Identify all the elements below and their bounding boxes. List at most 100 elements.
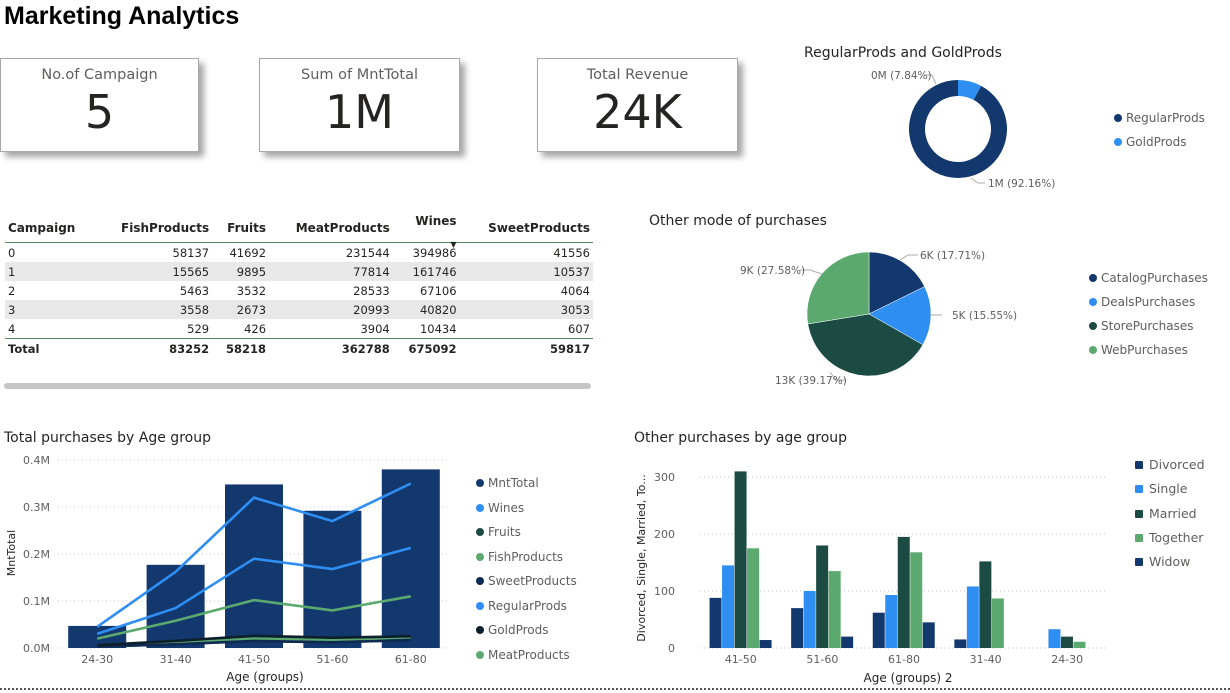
bottom-dotted-divider	[0, 688, 1230, 690]
pie-slices[interactable]	[806, 251, 932, 377]
table-cell: 40820	[392, 300, 460, 319]
bar-married[interactable]	[1060, 636, 1073, 648]
donut-slices[interactable]	[909, 80, 1007, 179]
column-header-meatproducts[interactable]: MeatProducts	[269, 214, 393, 243]
column-header-campaign[interactable]: Campaign	[5, 214, 96, 243]
legend-item-goldprods[interactable]: GoldProds	[476, 623, 549, 637]
legend-label: Wines	[488, 500, 525, 515]
legend-dot	[1089, 298, 1097, 306]
combo-chart[interactable]: 0.0M 0.1M 0.2M 0.3M 0.4M 24-30 31-40 41-50 51-6…	[0, 448, 470, 688]
legend-item-divorced[interactable]: Divorced	[1135, 457, 1205, 472]
bar-single[interactable]	[885, 595, 898, 648]
legend-item-goldprods[interactable]: GoldProds	[1114, 135, 1187, 149]
pie-chart[interactable]: 6K (17.71%) 5K (15.55%) 13K (39.17%) 9K …	[730, 240, 1030, 395]
legend-item-regularprods[interactable]: RegularProds	[476, 599, 567, 613]
legend-item-fruits[interactable]: Fruits	[476, 525, 521, 539]
horizontal-scrollbar[interactable]	[4, 383, 591, 389]
legend-dot	[1114, 114, 1122, 122]
kpi-card-mnttotal[interactable]: Sum of MntTotal 1M	[259, 58, 460, 152]
bar-widow[interactable]	[841, 636, 854, 648]
table-row[interactable]: 4 529 426 3904 10434 607	[5, 319, 593, 339]
clustered-bar-chart[interactable]: 0 100 200 300 41-50 51-60 61-80 31-40 24-30 Div…	[630, 448, 1120, 688]
bar-divorced[interactable]	[791, 608, 804, 648]
bar-married[interactable]	[734, 471, 747, 648]
bar-married[interactable]	[897, 536, 910, 648]
column-header-sweetproducts[interactable]: SweetProducts	[459, 214, 593, 243]
legend-item-married[interactable]: Married	[1135, 506, 1197, 521]
column-header-wines[interactable]: Wines ▼	[392, 214, 460, 249]
bar-together[interactable]	[991, 598, 1004, 648]
legend-item-wines[interactable]: Wines	[476, 501, 524, 515]
legend-label: WebPurchases	[1101, 343, 1188, 357]
bar-together[interactable]	[828, 571, 841, 648]
legend-item-webpurchases[interactable]: WebPurchases	[1089, 343, 1188, 357]
bar-single[interactable]	[722, 565, 735, 648]
bar-mnttotal[interactable]	[381, 469, 440, 648]
legend-item-mnttotal[interactable]: MntTotal	[476, 476, 539, 490]
donut-label-regular: 1M (92.16%)	[988, 178, 1055, 190]
bar-together[interactable]	[910, 552, 923, 648]
bar-divorced[interactable]	[709, 597, 722, 648]
bar-mnttotal[interactable]	[303, 510, 362, 648]
table-row[interactable]: 3 3558 2673 20993 40820 3053	[5, 300, 593, 319]
bar-together[interactable]	[747, 548, 760, 648]
column-header-fruits[interactable]: Fruits	[212, 214, 270, 243]
bar-single[interactable]	[966, 586, 979, 648]
x-tick-label: 24-30	[81, 653, 113, 666]
legend-item-widow[interactable]: Widow	[1135, 554, 1190, 569]
x-tick-label: 41-50	[238, 653, 270, 666]
legend-item-meatproducts[interactable]: MeatProducts	[476, 648, 570, 662]
bar-married[interactable]	[979, 561, 992, 648]
bar-mnttotal[interactable]	[146, 564, 205, 648]
y-tick-label: 0.1M	[23, 595, 50, 608]
table-body: 0 58137 41692 231544 394986 41556 1 15565 9895 77…	[5, 243, 593, 339]
kpi-card-campaigns[interactable]: No.of Campaign 5	[0, 58, 199, 152]
legend-item-together[interactable]: Together	[1135, 530, 1203, 545]
legend-item-dealspurchases[interactable]: DealsPurchases	[1089, 295, 1195, 309]
clustered-x-ticks: 41-50 51-60 61-80 31-40 24-30	[725, 653, 1083, 666]
legend-item-single[interactable]: Single	[1135, 481, 1187, 496]
kpi-value: 24K	[593, 85, 682, 139]
bar-divorced[interactable]	[954, 639, 967, 648]
y-tick-label: 200	[654, 528, 675, 541]
table-row[interactable]: 0 58137 41692 231544 394986 41556	[5, 243, 593, 263]
legend-item-catalogpurchases[interactable]: CatalogPurchases	[1089, 271, 1208, 285]
legend-item-fishproducts[interactable]: FishProducts	[476, 550, 563, 564]
sort-descending-icon[interactable]: ▼	[450, 240, 456, 249]
clustered-bars[interactable]	[709, 471, 1086, 648]
kpi-card-revenue[interactable]: Total Revenue 24K	[537, 58, 738, 152]
legend-dot	[1135, 485, 1143, 494]
legend-dot	[476, 626, 484, 634]
x-tick-label: 51-60	[806, 653, 838, 666]
x-tick-label: 61-80	[888, 653, 920, 666]
y-tick-label: 0	[668, 642, 675, 655]
campaign-matrix-table[interactable]: Campaign FishProducts Fruits MeatProduct…	[5, 214, 593, 359]
table-row[interactable]: 1 15565 9895 77814 161746 10537	[5, 262, 593, 281]
legend-item-storepurchases[interactable]: StorePurchases	[1089, 319, 1193, 333]
bar-single[interactable]	[803, 591, 816, 648]
clustered-x-axis-label: Age (groups) 2	[864, 671, 953, 685]
table-cell: 41692	[229, 245, 267, 260]
bar-widow[interactable]	[759, 640, 772, 648]
bar-mnttotal[interactable]	[224, 484, 284, 648]
table-cell: 10434	[419, 321, 457, 336]
table-row[interactable]: 2 5463 3532 28533 67106 4064	[5, 281, 593, 300]
legend-item-regularprods[interactable]: RegularProds	[1114, 111, 1205, 125]
table-cell: 231544	[345, 245, 390, 260]
bar-together[interactable]	[1073, 641, 1086, 648]
table-header-row: Campaign FishProducts Fruits MeatProduct…	[5, 214, 593, 249]
legend-item-sweetproducts[interactable]: SweetProducts	[476, 574, 577, 588]
table-cell: 28533	[353, 283, 390, 298]
clustered-y-axis-label: Divorced, Single, Married, To...	[635, 474, 648, 641]
column-header-fishproducts[interactable]: FishProducts	[95, 214, 213, 243]
donut-chart[interactable]: 0M (7.84%) 1M (92.16%)	[860, 62, 1100, 197]
table-cell: 41556	[553, 245, 590, 260]
column-header-label: Wines	[415, 214, 457, 228]
bar-widow[interactable]	[922, 622, 935, 648]
bar-married[interactable]	[816, 545, 829, 648]
pie-slice-webpurchases[interactable]	[806, 251, 870, 325]
kpi-label: Total Revenue	[586, 67, 689, 83]
bar-single[interactable]	[1048, 629, 1061, 648]
table-cell: 607	[568, 321, 590, 336]
bar-divorced[interactable]	[872, 612, 885, 648]
